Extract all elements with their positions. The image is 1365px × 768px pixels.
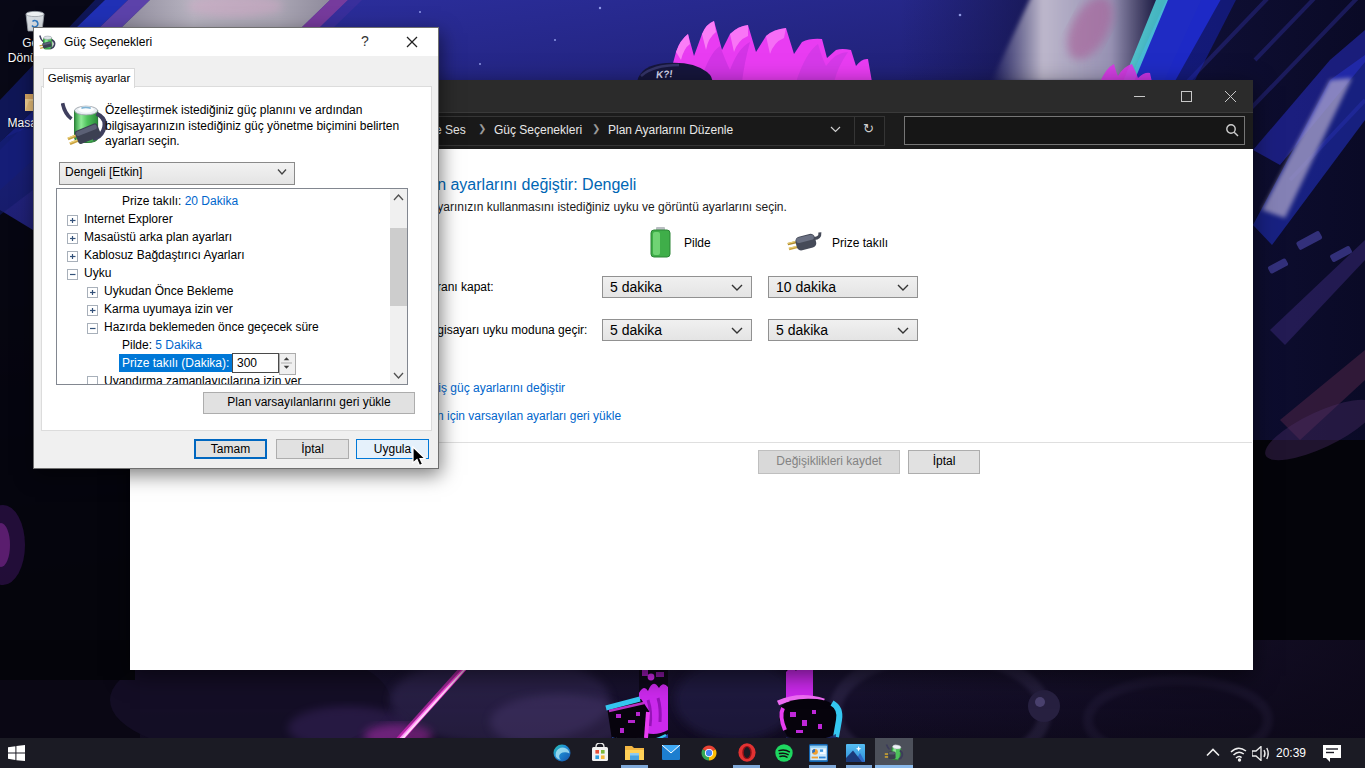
svg-text:K?!: K?! xyxy=(656,68,674,80)
